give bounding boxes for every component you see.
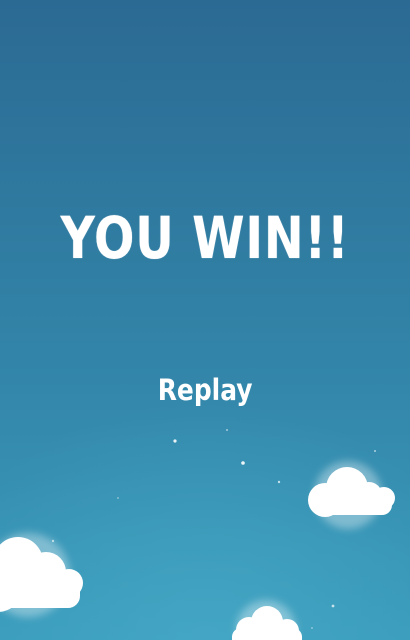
star-icon [173, 439, 177, 443]
star-icon [117, 497, 119, 499]
win-title: YOU WIN!! [60, 204, 350, 272]
star-icon [331, 604, 335, 608]
sky-background [0, 0, 410, 640]
star-icon [277, 480, 281, 484]
star-icon [226, 429, 228, 431]
star-icon [241, 461, 245, 465]
replay-button[interactable]: Replay [158, 370, 253, 410]
star-icon [311, 627, 313, 629]
win-screen: YOU WIN!! Replay [0, 0, 410, 640]
star-icon [374, 450, 376, 452]
